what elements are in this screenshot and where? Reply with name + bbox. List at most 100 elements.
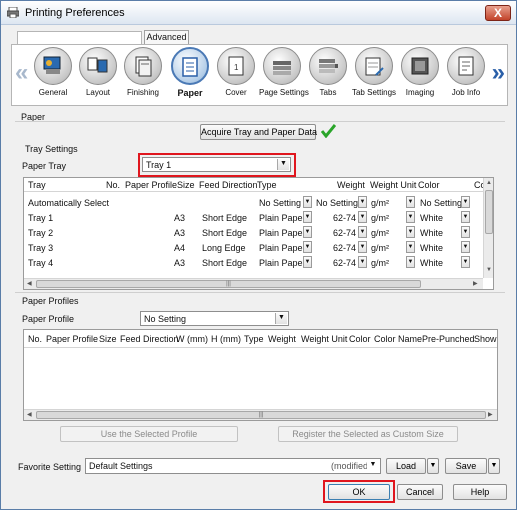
color-dropdown-arrow-icon[interactable]: ▼ [461, 226, 470, 238]
scroll-down-arrow-icon[interactable]: ▼ [486, 267, 492, 273]
column-header[interactable]: H (mm) [211, 334, 241, 344]
column-header[interactable]: Weight [268, 334, 296, 344]
tab-basic[interactable] [17, 31, 142, 44]
nav-paper-label: Paper [177, 88, 203, 98]
unit-dropdown-arrow-icon[interactable]: ▼ [406, 241, 415, 253]
feed-cell: Long Edge [202, 243, 246, 253]
tray-table: Tray No. Paper Profile Size Feed Directi… [23, 177, 494, 290]
column-header[interactable]: Weight Unit [370, 180, 416, 190]
type-dropdown-arrow-icon[interactable]: ▼ [303, 196, 312, 208]
table-row[interactable]: Tray 2 A3 Short Edge Plain Paper ▼ 62-74… [24, 225, 483, 240]
size-cell: A3 [174, 228, 186, 238]
unit-dropdown-arrow-icon[interactable]: ▼ [406, 196, 415, 208]
column-header[interactable]: Type [244, 334, 264, 344]
paper-profile-select[interactable]: No Setting ▼ [140, 311, 289, 326]
unit-cell: g/m² [371, 243, 389, 253]
column-header[interactable]: Tray [28, 180, 46, 190]
table-row[interactable]: Automatically Select No Setting ▼ No Set… [24, 195, 483, 210]
scroll-right-arrow-icon[interactable]: » [492, 61, 505, 85]
nav-finishing[interactable]: Finishing [120, 47, 166, 105]
load-button[interactable]: Load [386, 458, 426, 474]
table-row[interactable]: Tray 3 A4 Long Edge Plain Paper ▼ 62-74 … [24, 240, 483, 255]
scroll-left-small-arrow-icon[interactable]: ◀ [27, 280, 32, 287]
column-header[interactable]: No. [106, 180, 120, 190]
type-dropdown-arrow-icon[interactable]: ▼ [303, 241, 312, 253]
ok-button[interactable]: OK [328, 484, 390, 500]
profile-table: No. Paper Profile Size Feed Direction W … [23, 329, 498, 421]
color-dropdown-arrow-icon[interactable]: ▼ [461, 241, 470, 253]
horizontal-scroll-thumb[interactable]: ||| [36, 280, 421, 288]
column-header[interactable]: Type [257, 180, 277, 190]
nav-tab-settings[interactable]: Tab Settings [351, 47, 397, 105]
cancel-button[interactable]: Cancel [397, 484, 443, 500]
nav-layout[interactable]: Layout [75, 47, 121, 105]
column-header[interactable]: Feed Direction [199, 180, 258, 190]
nav-paper[interactable]: Paper [167, 47, 213, 105]
column-header[interactable]: Color Name [374, 334, 422, 344]
tab-advanced[interactable]: Advanced [144, 30, 189, 44]
nav-general[interactable]: General [30, 47, 76, 105]
unit-dropdown-arrow-icon[interactable]: ▼ [406, 226, 415, 238]
column-header[interactable]: Paper Profile [125, 180, 177, 190]
weight-dropdown-arrow-icon[interactable]: ▼ [358, 211, 367, 223]
type-dropdown-arrow-icon[interactable]: ▼ [303, 211, 312, 223]
paper-tray-select[interactable]: Tray 1 ▼ [142, 157, 291, 172]
unit-dropdown-arrow-icon[interactable]: ▼ [406, 211, 415, 223]
unit-dropdown-arrow-icon[interactable]: ▼ [406, 256, 415, 268]
register-custom-size-button[interactable]: Register the Selected as Custom Size [278, 426, 458, 442]
scroll-right-small-arrow-icon[interactable]: ▶ [473, 280, 478, 287]
weight-dropdown-arrow-icon[interactable]: ▼ [358, 241, 367, 253]
nav-imaging[interactable]: Imaging [397, 47, 443, 105]
printer-icon [7, 7, 19, 18]
nav-layout-label: Layout [85, 88, 111, 97]
load-menu-arrow-icon[interactable]: ▼ [427, 458, 439, 474]
nav-tabs[interactable]: Tabs [305, 47, 351, 105]
acquire-tray-data-button[interactable]: Acquire Tray and Paper Data [200, 124, 317, 140]
type-dropdown-arrow-icon[interactable]: ▼ [303, 226, 312, 238]
column-header[interactable]: Show [474, 334, 497, 344]
column-header[interactable]: Color [418, 180, 440, 190]
size-cell: A4 [174, 243, 186, 253]
nav-job-info[interactable]: Job Info [443, 47, 489, 105]
save-menu-arrow-icon[interactable]: ▼ [488, 458, 500, 474]
profile-table-horizontal-scrollbar[interactable]: ◀ ||| ▶ [24, 409, 497, 420]
favorite-setting-select[interactable]: Default Settings (modified) ▼ [85, 458, 381, 474]
scroll-right-small-arrow-icon[interactable]: ▶ [488, 411, 493, 418]
scroll-up-arrow-icon[interactable]: ▲ [486, 180, 492, 186]
tray-table-vertical-scrollbar[interactable]: ▲ ▼ [483, 178, 493, 278]
column-header[interactable]: Size [177, 180, 195, 190]
use-selected-profile-button[interactable]: Use the Selected Profile [60, 426, 238, 442]
job-info-icon [447, 47, 485, 85]
column-header[interactable]: Pre-Punched [422, 334, 475, 344]
size-cell: A3 [174, 213, 186, 223]
tray-table-horizontal-scrollbar[interactable]: ◀ ||| ▶ [24, 278, 483, 289]
column-header[interactable]: Feed Direction [120, 334, 179, 344]
table-row[interactable]: Tray 4 A3 Short Edge Plain Paper ▼ 62-74… [24, 255, 483, 270]
save-button[interactable]: Save [445, 458, 487, 474]
weight-dropdown-arrow-icon[interactable]: ▼ [358, 256, 367, 268]
column-header[interactable]: Color [349, 334, 371, 344]
color-dropdown-arrow-icon[interactable]: ▼ [461, 256, 470, 268]
column-header[interactable]: Weight Unit [301, 334, 347, 344]
close-button[interactable]: X [485, 5, 511, 21]
table-row[interactable]: Tray 1 A3 Short Edge Plain Paper ▼ 62-74… [24, 210, 483, 225]
column-header[interactable]: Size [99, 334, 117, 344]
scroll-left-arrow-icon[interactable]: « [15, 61, 28, 85]
vertical-scroll-thumb[interactable] [485, 190, 493, 234]
column-header[interactable]: Weight [337, 180, 365, 190]
weight-dropdown-arrow-icon[interactable]: ▼ [358, 196, 367, 208]
nav-cover[interactable]: 1 Cover [213, 47, 259, 105]
type-dropdown-arrow-icon[interactable]: ▼ [303, 256, 312, 268]
horizontal-scroll-thumb[interactable]: ||| [36, 411, 486, 419]
help-button[interactable]: Help [453, 484, 507, 500]
color-dropdown-arrow-icon[interactable]: ▼ [461, 211, 470, 223]
nav-page-settings[interactable]: Page Settings [259, 47, 309, 105]
column-header[interactable]: Paper Profile [46, 334, 98, 344]
weight-dropdown-arrow-icon[interactable]: ▼ [358, 226, 367, 238]
column-header[interactable]: No. [28, 334, 42, 344]
color-cell: White [420, 228, 444, 238]
color-cell: No Setting [420, 198, 463, 208]
color-dropdown-arrow-icon[interactable]: ▼ [461, 196, 470, 208]
scroll-left-small-arrow-icon[interactable]: ◀ [27, 411, 32, 418]
column-header[interactable]: W (mm) [176, 334, 208, 344]
